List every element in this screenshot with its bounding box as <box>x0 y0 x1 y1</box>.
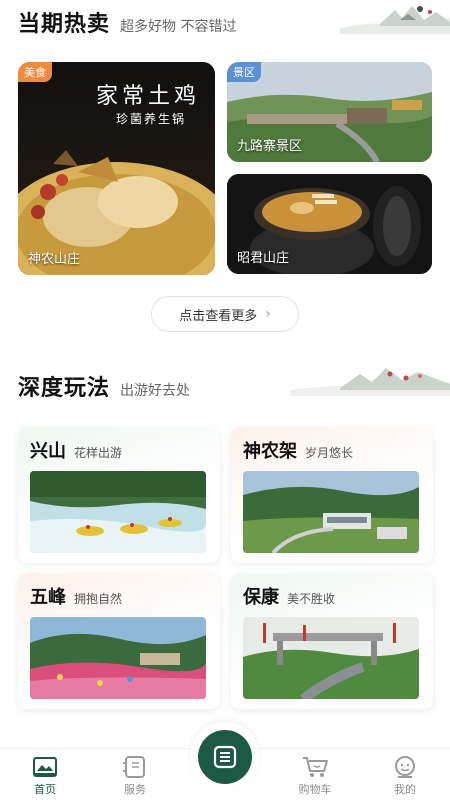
hot-sale-subtitle: 超多好物 不容错过 <box>120 19 237 35</box>
play-card-baokang[interactable]: 保康 美不胜收 <box>231 573 433 709</box>
play-card-title: 兴山 <box>30 441 66 462</box>
tab-cart[interactable]: 购物车 <box>280 755 350 797</box>
hot-sale-header: 当期热卖 超多好物 不容错过 <box>18 6 236 38</box>
cart-icon <box>303 757 328 777</box>
play-card-subtitle: 美不胜收 <box>287 592 336 606</box>
hot-card-chicken[interactable]: 美食 家常土鸡 珍菌养生锅 神农山庄 <box>18 62 215 275</box>
tab-profile[interactable]: 我的 <box>370 755 440 797</box>
hot-card-villa[interactable]: 昭君山庄 <box>227 174 432 274</box>
service-icon <box>123 756 145 778</box>
user-icon <box>395 756 415 778</box>
play-card-title: 保康 <box>243 587 279 608</box>
deep-play-subtitle: 出游好去处 <box>120 383 191 399</box>
chevron-right-icon: › <box>265 306 271 322</box>
tab-service-label: 服务 <box>124 783 146 796</box>
menu-doc-icon <box>213 745 237 769</box>
play-card-xingshan[interactable]: 兴山 花样出游 <box>18 427 220 563</box>
flower-field-image <box>30 617 206 699</box>
hot-card-name: 昭君山庄 <box>237 251 290 266</box>
villa-landscape-image <box>243 471 419 553</box>
ink-landscape-decoration <box>290 368 450 396</box>
headline-text: 家常土鸡 <box>96 84 201 109</box>
play-card-wufeng[interactable]: 五峰 拥抱自然 <box>18 573 220 709</box>
hot-card-name: 神农山庄 <box>28 252 81 267</box>
tab-home-label: 首页 <box>34 783 56 796</box>
hot-sale-title: 当期热卖 <box>18 12 111 37</box>
play-card-subtitle: 拥抱自然 <box>74 592 123 606</box>
view-more-label: 点击查看更多 <box>179 308 258 324</box>
tab-profile-label: 我的 <box>394 783 416 796</box>
deep-play-title: 深度玩法 <box>18 376 111 401</box>
play-card-subtitle: 花样出游 <box>74 446 123 460</box>
home-icon <box>33 757 57 777</box>
hot-card-name: 九路寨景区 <box>237 139 303 154</box>
center-menu-button[interactable] <box>190 722 260 792</box>
ink-landscape-decoration <box>340 6 450 34</box>
scenic-tag: 景区 <box>227 62 261 82</box>
hot-card-scenic[interactable]: 景区 九路寨景区 <box>227 62 432 162</box>
tab-service[interactable]: 服务 <box>100 755 170 797</box>
scenic-gate-image <box>243 617 419 699</box>
subline-text: 珍菌养生锅 <box>116 112 187 126</box>
rafting-image <box>30 471 206 553</box>
play-card-subtitle: 岁月悠长 <box>305 446 354 460</box>
play-card-title: 神农架 <box>243 441 297 462</box>
tab-cart-label: 购物车 <box>298 783 332 796</box>
food-tag: 美食 <box>18 62 52 82</box>
view-more-button[interactable]: 点击查看更多 › <box>151 296 299 332</box>
play-card-shennongjia[interactable]: 神农架 岁月悠长 <box>231 427 433 563</box>
deep-play-header: 深度玩法 出游好去处 <box>18 370 190 402</box>
play-card-title: 五峰 <box>30 587 66 608</box>
tab-home[interactable]: 首页 <box>10 755 80 797</box>
